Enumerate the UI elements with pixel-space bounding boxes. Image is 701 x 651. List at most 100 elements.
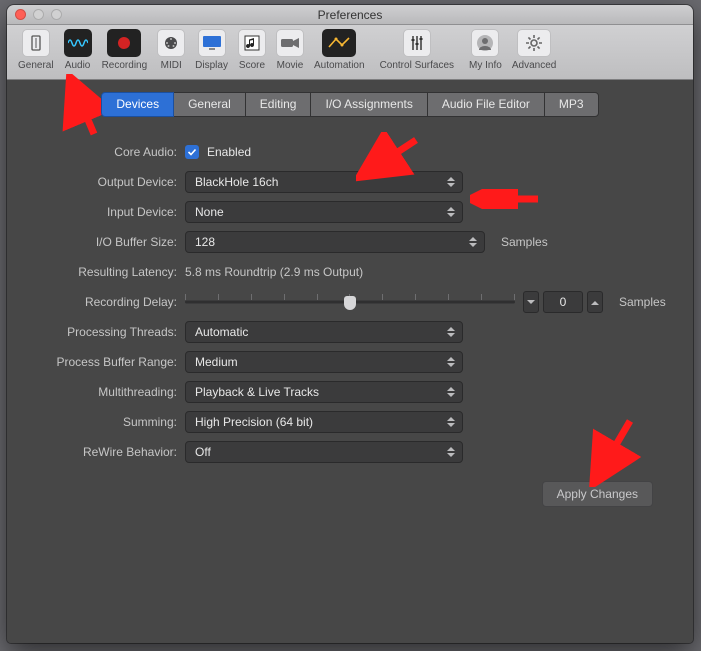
rewire-value: Off [195, 445, 211, 459]
chevron-updown-icon [444, 356, 458, 368]
summing-value: High Precision (64 bit) [195, 415, 313, 429]
minimize-icon[interactable] [33, 9, 44, 20]
recording-delay-slider[interactable] [185, 291, 515, 313]
toolbar-item-audio[interactable]: Audio [59, 27, 97, 79]
label-core-audio: Core Audio: [21, 145, 185, 159]
camcorder-icon [276, 29, 304, 57]
step-down-button[interactable] [523, 291, 539, 313]
row-resulting-latency: Resulting Latency: 5.8 ms Roundtrip (2.9… [21, 257, 693, 287]
toolbar-item-automation[interactable]: Automation [309, 27, 370, 79]
toolbar-item-score[interactable]: Score [233, 27, 271, 79]
record-icon [107, 29, 141, 57]
process-buffer-range-value: Medium [195, 355, 238, 369]
toolbar-label: MIDI [161, 60, 182, 71]
core-audio-checkbox[interactable] [185, 145, 199, 159]
io-buffer-select[interactable]: 128 [185, 231, 485, 253]
zoom-icon[interactable] [51, 9, 62, 20]
chevron-updown-icon [444, 206, 458, 218]
recording-delay-stepper: 0 [523, 291, 603, 313]
resulting-latency-value: 5.8 ms Roundtrip (2.9 ms Output) [185, 265, 363, 279]
chevron-updown-icon [444, 446, 458, 458]
label-input-device: Input Device: [21, 205, 185, 219]
tabs: Devices General Editing I/O Assignments … [7, 92, 693, 117]
toolbar: General Audio Recording MIDI Display [7, 25, 693, 80]
row-multithreading: Multithreading: Playback & Live Tracks [21, 377, 693, 407]
chevron-updown-icon [444, 386, 458, 398]
chevron-updown-icon [444, 416, 458, 428]
output-device-select[interactable]: BlackHole 16ch [185, 171, 463, 193]
step-up-button[interactable] [587, 291, 603, 313]
row-core-audio: Core Audio: Enabled [21, 137, 693, 167]
toolbar-label: Control Surfaces [380, 60, 454, 71]
person-icon [471, 29, 499, 57]
toolbar-item-midi[interactable]: MIDI [152, 27, 190, 79]
toolbar-item-recording[interactable]: Recording [97, 27, 153, 79]
tab-io-assignments[interactable]: I/O Assignments [310, 92, 427, 117]
row-processing-threads: Processing Threads: Automatic [21, 317, 693, 347]
titlebar: Preferences [7, 5, 693, 25]
tab-devices[interactable]: Devices [101, 92, 174, 117]
content-area: Devices General Editing I/O Assignments … [7, 80, 693, 643]
rewire-select[interactable]: Off [185, 441, 463, 463]
checkmark-icon [187, 147, 197, 157]
window-title: Preferences [318, 8, 383, 22]
label-multithreading: Multithreading: [21, 385, 185, 399]
label-process-buffer-range: Process Buffer Range: [21, 355, 185, 369]
io-buffer-unit: Samples [501, 235, 548, 249]
toolbar-item-general[interactable]: General [13, 27, 59, 79]
row-io-buffer: I/O Buffer Size: 128 Samples [21, 227, 693, 257]
process-buffer-range-select[interactable]: Medium [185, 351, 463, 373]
toolbar-label: My Info [469, 60, 502, 71]
label-summing: Summing: [21, 415, 185, 429]
toolbar-label: Movie [277, 60, 304, 71]
label-resulting-latency: Resulting Latency: [21, 265, 185, 279]
midi-icon [157, 29, 185, 57]
preferences-window: Preferences General Audio Recording MID [7, 5, 693, 643]
input-device-select[interactable]: None [185, 201, 463, 223]
faders-icon [403, 29, 431, 57]
toolbar-item-advanced[interactable]: Advanced [507, 27, 561, 79]
toolbar-item-display[interactable]: Display [190, 27, 233, 79]
multithreading-select[interactable]: Playback & Live Tracks [185, 381, 463, 403]
automation-icon [322, 29, 356, 57]
label-rewire-behavior: ReWire Behavior: [21, 445, 185, 459]
tab-editing[interactable]: Editing [245, 92, 312, 117]
tab-audio-file-editor[interactable]: Audio File Editor [427, 92, 545, 117]
io-buffer-value: 128 [195, 235, 215, 249]
tab-general[interactable]: General [173, 92, 246, 117]
label-processing-threads: Processing Threads: [21, 325, 185, 339]
apply-changes-button[interactable]: Apply Changes [542, 481, 653, 507]
label-io-buffer: I/O Buffer Size: [21, 235, 185, 249]
devices-form: Core Audio: Enabled Output Device: Black… [7, 137, 693, 467]
summing-select[interactable]: High Precision (64 bit) [185, 411, 463, 433]
row-input-device: Input Device: None [21, 197, 693, 227]
chevron-updown-icon [444, 176, 458, 188]
slider-thumb[interactable] [344, 296, 356, 310]
label-recording-delay: Recording Delay: [21, 295, 185, 309]
row-output-device: Output Device: BlackHole 16ch [21, 167, 693, 197]
toolbar-label: Advanced [512, 60, 556, 71]
input-device-value: None [195, 205, 224, 219]
output-device-value: BlackHole 16ch [195, 175, 278, 189]
toolbar-label: General [18, 60, 54, 71]
core-audio-enabled-text: Enabled [207, 145, 251, 159]
toolbar-item-control-surfaces[interactable]: Control Surfaces [370, 27, 464, 79]
toolbar-item-movie[interactable]: Movie [271, 27, 309, 79]
display-icon [198, 29, 226, 57]
multithreading-value: Playback & Live Tracks [195, 385, 319, 399]
processing-threads-select[interactable]: Automatic [185, 321, 463, 343]
tab-mp3[interactable]: MP3 [544, 92, 599, 117]
row-summing: Summing: High Precision (64 bit) [21, 407, 693, 437]
waveform-icon [64, 29, 92, 57]
recording-delay-value[interactable]: 0 [543, 291, 583, 313]
row-rewire-behavior: ReWire Behavior: Off [21, 437, 693, 467]
toolbar-label: Recording [102, 60, 148, 71]
toolbar-label: Automation [314, 60, 365, 71]
label-output-device: Output Device: [21, 175, 185, 189]
processing-threads-value: Automatic [195, 325, 248, 339]
close-icon[interactable] [15, 9, 26, 20]
toolbar-item-myinfo[interactable]: My Info [464, 27, 507, 79]
row-process-buffer-range: Process Buffer Range: Medium [21, 347, 693, 377]
music-note-icon [238, 29, 266, 57]
gear-icon [517, 29, 551, 57]
